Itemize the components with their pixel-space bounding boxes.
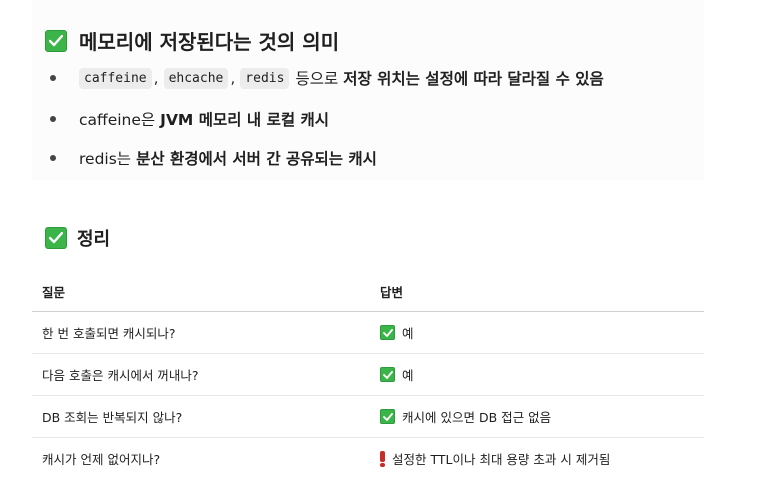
inline-code: caffeine bbox=[79, 67, 152, 89]
bullet-dot bbox=[50, 75, 56, 81]
summary-table: 질문 답변 한 번 호출되면 캐시되나? 예 다음 호출은 캐시에서 꺼내나? … bbox=[32, 272, 704, 479]
answer-cell: 설정한 TTL이나 최대 용량 초과 시 제거됨 bbox=[380, 438, 610, 479]
table-row: 다음 호출은 캐시에서 꺼내나? 예 bbox=[32, 354, 704, 396]
separator: , bbox=[153, 69, 159, 87]
answer-cell: 캐시에 있으면 DB 접근 없음 bbox=[380, 396, 551, 437]
question-cell: 다음 호출은 캐시에서 꺼내나? bbox=[42, 368, 199, 383]
table-row: 한 번 호출되면 캐시되나? 예 bbox=[32, 312, 704, 354]
answer-cell: 예 bbox=[380, 312, 414, 353]
bullet-bold-text: 저장 위치는 설정에 따라 달라질 수 있음 bbox=[343, 70, 604, 88]
inline-code: redis bbox=[240, 67, 290, 89]
section-title: 정리 bbox=[77, 229, 111, 250]
check-icon bbox=[380, 325, 395, 340]
bullet-text: redis는 bbox=[79, 150, 132, 168]
list-item: caffeine , ehcache , redis 등으로 저장 위치는 설정… bbox=[50, 67, 604, 89]
check-icon bbox=[45, 227, 67, 249]
section-title: 메모리에 저장된다는 것의 의미 bbox=[79, 30, 340, 54]
answer-text: 설정한 TTL이나 최대 용량 초과 시 제거됨 bbox=[392, 452, 611, 467]
table-row: 캐시가 언제 없어지나? 설정한 TTL이나 최대 용량 초과 시 제거됨 bbox=[32, 438, 704, 479]
answer-text: 캐시에 있으면 DB 접근 없음 bbox=[402, 410, 552, 425]
bullet-dot bbox=[50, 116, 56, 122]
bullet-dot bbox=[50, 155, 56, 161]
check-icon bbox=[380, 409, 395, 424]
exclamation-icon bbox=[380, 450, 385, 467]
check-icon bbox=[45, 29, 67, 52]
question-cell: DB 조회는 반복되지 않나? bbox=[42, 410, 183, 425]
answer-cell: 예 bbox=[380, 354, 414, 395]
section-heading-summary: 정리 bbox=[45, 225, 110, 251]
separator: , bbox=[230, 69, 236, 87]
table-row: DB 조회는 반복되지 않나? 캐시에 있으면 DB 접근 없음 bbox=[32, 396, 704, 438]
bullet-text: caffeine은 bbox=[79, 111, 156, 129]
list-item: redis는 분산 환경에서 서버 간 공유되는 캐시 bbox=[50, 147, 377, 169]
section-heading-meaning: 메모리에 저장된다는 것의 의미 bbox=[45, 26, 339, 55]
bullet-text: 등으로 bbox=[295, 70, 339, 88]
answer-text: 예 bbox=[402, 368, 414, 383]
page: 메모리에 저장된다는 것의 의미 caffeine , ehcache , re… bbox=[0, 0, 759, 487]
bullet-bold-text: 분산 환경에서 서버 간 공유되는 캐시 bbox=[136, 150, 377, 168]
answer-text: 예 bbox=[402, 326, 414, 341]
bullet-bold-text: JVM 메모리 내 로컬 캐시 bbox=[160, 111, 330, 129]
question-cell: 캐시가 언제 없어지나? bbox=[42, 452, 161, 467]
column-header-question: 질문 bbox=[42, 285, 66, 300]
question-cell: 한 번 호출되면 캐시되나? bbox=[42, 326, 176, 341]
column-header-answer: 답변 bbox=[380, 285, 404, 300]
table-header-row: 질문 답변 bbox=[32, 272, 704, 312]
inline-code: ehcache bbox=[163, 67, 229, 89]
list-item: caffeine은 JVM 메모리 내 로컬 캐시 bbox=[50, 108, 329, 130]
check-icon bbox=[380, 367, 395, 382]
